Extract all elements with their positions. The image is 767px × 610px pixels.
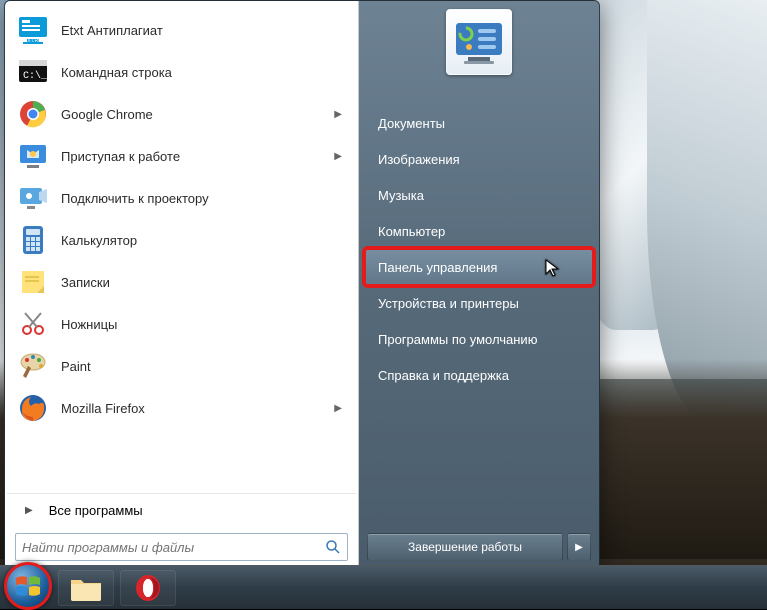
program-label: Google Chrome: [61, 107, 322, 122]
folder-icon: [69, 574, 103, 602]
cmd-icon: C:\_: [17, 56, 49, 88]
all-programs-label: Все программы: [49, 503, 143, 518]
calculator-icon: [17, 224, 49, 256]
program-label: Mozilla Firefox: [61, 401, 322, 416]
system-link-documents[interactable]: Документы: [365, 105, 593, 141]
program-label: Командная строка: [61, 65, 346, 80]
getting-started-icon: [17, 140, 49, 172]
start-menu: TXT.RU Etxt Антиплагиат C:\_ Командная стро…: [4, 0, 600, 570]
program-item-projector[interactable]: Подключить к проектору: [11, 177, 352, 219]
program-item-chrome[interactable]: Google Chrome ▶: [11, 93, 352, 135]
taskbar: [0, 565, 767, 609]
start-menu-right-panel: Документы Изображения Музыка Компьютер Панел…: [359, 1, 599, 569]
system-link-label: Компьютер: [378, 224, 445, 239]
system-link-help-support[interactable]: Справка и поддержка: [365, 357, 593, 393]
shutdown-row: Завершение работы ▶: [359, 525, 599, 569]
system-link-music[interactable]: Музыка: [365, 177, 593, 213]
program-item-etxt[interactable]: TXT.RU Etxt Антиплагиат: [11, 9, 352, 51]
start-menu-left-panel: TXT.RU Etxt Антиплагиат C:\_ Командная стро…: [5, 1, 359, 569]
program-item-calculator[interactable]: Калькулятор: [11, 219, 352, 261]
shutdown-button[interactable]: Завершение работы: [367, 533, 563, 561]
program-label: Etxt Антиплагиат: [61, 23, 346, 38]
system-link-label: Панель управления: [378, 260, 497, 275]
system-link-label: Документы: [378, 116, 445, 131]
system-link-computer[interactable]: Компьютер: [365, 213, 593, 249]
control-panel-preview-icon: [454, 19, 504, 65]
program-label: Ножницы: [61, 317, 346, 332]
user-picture-frame[interactable]: [446, 9, 512, 75]
program-item-sticky-notes[interactable]: Записки: [11, 261, 352, 303]
search-icon: [325, 539, 341, 555]
program-label: Подключить к проектору: [61, 191, 346, 206]
submenu-arrow-icon: ▶: [334, 403, 342, 414]
program-label: Paint: [61, 359, 346, 374]
program-label: Калькулятор: [61, 233, 346, 248]
submenu-arrow-icon: ▶: [334, 109, 342, 120]
all-programs-arrow-icon: ▶: [25, 505, 33, 516]
search-box[interactable]: [15, 533, 348, 561]
projector-icon: [17, 182, 49, 214]
start-button[interactable]: [4, 562, 52, 610]
chrome-icon: [17, 98, 49, 130]
svg-text:TXT.RU: TXT.RU: [24, 38, 42, 44]
paint-icon: [17, 350, 49, 382]
etxt-icon: TXT.RU: [17, 14, 49, 46]
system-link-label: Музыка: [378, 188, 424, 203]
system-link-default-programs[interactable]: Программы по умолчанию: [365, 321, 593, 357]
taskbar-item-opera[interactable]: [120, 570, 176, 606]
program-item-paint[interactable]: Paint: [11, 345, 352, 387]
windows-logo-icon: [13, 571, 43, 601]
system-link-label: Устройства и принтеры: [378, 296, 519, 311]
program-list: TXT.RU Etxt Антиплагиат C:\_ Командная стро…: [7, 7, 356, 491]
sticky-notes-icon: [17, 266, 49, 298]
program-label: Записки: [61, 275, 346, 290]
system-link-devices-printers[interactable]: Устройства и принтеры: [365, 285, 593, 321]
program-item-getting-started[interactable]: Приступая к работе ▶: [11, 135, 352, 177]
taskbar-pinned: [58, 570, 176, 606]
snipping-tool-icon: [17, 308, 49, 340]
firefox-icon: [17, 392, 49, 424]
svg-text:C:\_: C:\_: [23, 70, 48, 82]
program-label: Приступая к работе: [61, 149, 322, 164]
cursor-icon: [544, 258, 562, 278]
program-item-cmd[interactable]: C:\_ Командная строка: [11, 51, 352, 93]
system-link-pictures[interactable]: Изображения: [365, 141, 593, 177]
submenu-arrow-icon: ▶: [334, 151, 342, 162]
system-links-list: Документы Изображения Музыка Компьютер Панел…: [359, 105, 599, 393]
opera-icon: [133, 573, 163, 603]
search-input[interactable]: [22, 540, 325, 555]
taskbar-item-explorer[interactable]: [58, 570, 114, 606]
system-link-label: Справка и поддержка: [378, 368, 509, 383]
system-link-label: Программы по умолчанию: [378, 332, 537, 347]
system-link-label: Изображения: [378, 152, 460, 167]
shutdown-label: Завершение работы: [408, 540, 522, 554]
all-programs-item[interactable]: ▶ Все программы: [7, 493, 356, 527]
shutdown-options-button[interactable]: ▶: [567, 533, 591, 561]
program-item-firefox[interactable]: Mozilla Firefox ▶: [11, 387, 352, 429]
program-item-snipping-tool[interactable]: Ножницы: [11, 303, 352, 345]
system-link-control-panel[interactable]: Панель управления: [365, 249, 593, 285]
